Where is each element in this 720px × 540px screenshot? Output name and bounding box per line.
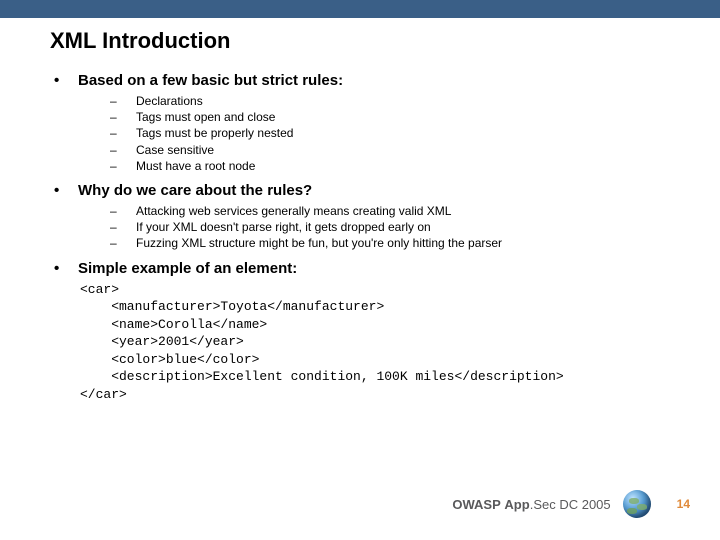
bullet-marker: • [54, 72, 78, 89]
sub-item-text: Declarations [136, 94, 203, 108]
sub-item: –Declarations [110, 93, 670, 109]
bullet-3: •Simple example of an element: [54, 260, 670, 277]
footer-text: OWASP App.Sec DC 2005 [452, 497, 610, 512]
sub-item-text: Tags must open and close [136, 110, 275, 124]
bullet-2: •Why do we care about the rules? [54, 182, 670, 199]
header-bar [0, 0, 720, 18]
sub-item: –Attacking web services generally means … [110, 203, 670, 219]
dash-marker: – [110, 203, 136, 219]
sub-item-text: Attacking web services generally means c… [136, 204, 451, 218]
sub-item-text: Must have a root node [136, 159, 255, 173]
sublist-2: –Attacking web services generally means … [110, 203, 670, 252]
sub-item-text: Fuzzing XML structure might be fun, but … [136, 236, 502, 250]
bullet-1: •Based on a few basic but strict rules: [54, 72, 670, 89]
sub-item-text: If your XML doesn't parse right, it gets… [136, 220, 431, 234]
sub-item: –If your XML doesn't parse right, it get… [110, 219, 670, 235]
bullet-2-text: Why do we care about the rules? [78, 182, 312, 199]
dash-marker: – [110, 109, 136, 125]
page-number: 14 [677, 497, 690, 511]
code-example: <car> <manufacturer>Toyota</manufacturer… [80, 281, 670, 404]
footer: OWASP App.Sec DC 2005 14 [452, 490, 690, 518]
bullet-1-text: Based on a few basic but strict rules: [78, 72, 343, 89]
bullet-marker: • [54, 260, 78, 277]
sub-item: –Tags must be properly nested [110, 125, 670, 141]
dash-marker: – [110, 235, 136, 251]
globe-icon [623, 490, 651, 518]
sub-item: –Must have a root node [110, 158, 670, 174]
sub-item-text: Tags must be properly nested [136, 126, 293, 140]
footer-event-b: Sec DC 2005 [533, 497, 610, 512]
dash-marker: – [110, 142, 136, 158]
dash-marker: – [110, 93, 136, 109]
sub-item-text: Case sensitive [136, 143, 214, 157]
sublist-1: –Declarations –Tags must open and close … [110, 93, 670, 174]
slide-content: XML Introduction •Based on a few basic b… [0, 18, 720, 403]
footer-org: OWASP [452, 497, 500, 512]
footer-event-a: App [504, 497, 529, 512]
dash-marker: – [110, 125, 136, 141]
dash-marker: – [110, 158, 136, 174]
bullet-marker: • [54, 182, 78, 199]
sub-item: –Fuzzing XML structure might be fun, but… [110, 235, 670, 251]
bullet-3-text: Simple example of an element: [78, 260, 297, 277]
slide-title: XML Introduction [50, 28, 670, 54]
sub-item: –Case sensitive [110, 142, 670, 158]
sub-item: –Tags must open and close [110, 109, 670, 125]
dash-marker: – [110, 219, 136, 235]
